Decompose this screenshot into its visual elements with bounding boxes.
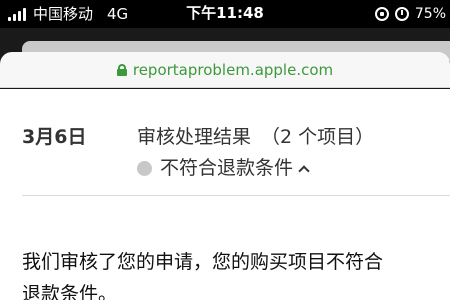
url-text: reportaproblem.apple.com xyxy=(132,61,334,79)
review-message: 我们审核了您的申请，您的购买项目不符合 退款条件。 xyxy=(22,246,450,300)
chevron-up-icon[interactable] xyxy=(298,165,310,177)
message-line-2: 退款条件。 xyxy=(22,283,118,300)
refund-status-toggle[interactable]: 不符合退款条件 xyxy=(137,156,310,180)
message-line-1: 我们审核了您的申请，您的购买项目不符合 xyxy=(22,251,384,273)
browser-window: reportaproblem.apple.com 3月6日 审核处理结果 （2 个… xyxy=(0,28,450,300)
address-bar[interactable]: reportaproblem.apple.com xyxy=(0,52,450,88)
status-right: 75% xyxy=(374,5,446,23)
url-display[interactable]: reportaproblem.apple.com xyxy=(0,60,450,80)
order-title: 审核处理结果 （2 个项目） xyxy=(137,125,374,149)
divider xyxy=(22,195,450,196)
refund-status-text: 不符合退款条件 xyxy=(160,157,294,179)
review-result-heading: 审核处理结果 xyxy=(137,126,252,148)
status-bar: 中国移动 4G 下午11:48 75% xyxy=(0,0,450,28)
page-content: 3月6日 审核处理结果 （2 个项目） 不符合退款条件 我们审核了您的申请，您的购… xyxy=(0,89,450,300)
alarm-icon xyxy=(394,7,409,21)
order-date: 3月6日 xyxy=(22,126,87,148)
battery-percent: 75% xyxy=(414,6,446,22)
item-count: （2 个项目） xyxy=(261,126,375,148)
rotation-lock-icon xyxy=(374,7,389,21)
status-dot-icon xyxy=(137,160,152,176)
lock-icon xyxy=(116,64,127,76)
